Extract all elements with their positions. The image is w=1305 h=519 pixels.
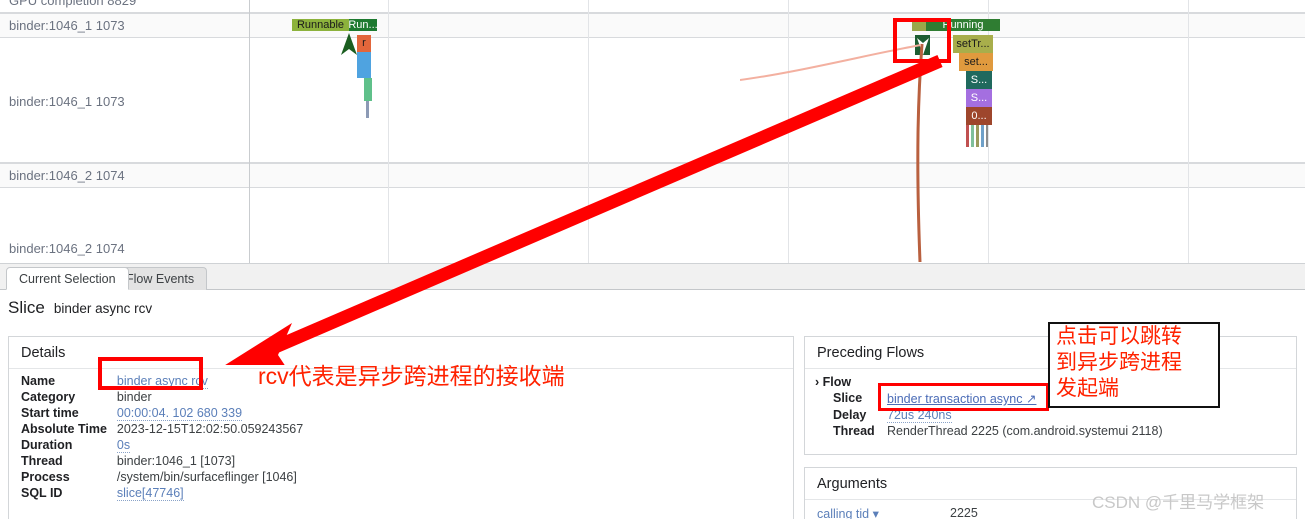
timeline-row-label: binder:1046_2 1074 — [9, 241, 125, 256]
selection-heading: Slice binder async rcv — [8, 298, 152, 318]
kv-value[interactable]: 00:00:04. 102 680 339 — [107, 405, 793, 421]
flow-arrow-in-icon — [341, 33, 357, 55]
kv-row: Start time 00:00:04. 102 680 339 — [9, 405, 793, 421]
flow-group-label: Flow — [822, 375, 852, 389]
kv-value: binder — [116, 390, 152, 404]
app-root: GPU completion 8829 binder:1046_1 1073 b… — [0, 0, 1305, 519]
annotation-callout-line-2: 到异步跨进程 — [1056, 351, 1182, 374]
kv-key: Process — [21, 470, 70, 484]
timeline-slice[interactable]: Runnable — [292, 19, 349, 31]
kv-key: Thread — [833, 424, 875, 438]
kv-row: Delay 72us 240ns — [815, 407, 1296, 423]
kv-value[interactable]: slice[47746] — [107, 485, 793, 501]
kv-value: /system/bin/surfaceflinger [1046] — [116, 470, 297, 484]
kv-value: binder:1046_1 [1073] — [116, 454, 236, 468]
kv-row: Process/system/bin/surfaceflinger [1046] — [9, 469, 793, 485]
kv-row: Duration 0s — [9, 437, 793, 453]
kv-value[interactable]: 0s — [107, 437, 793, 453]
tab-label: Flow Events — [126, 272, 195, 286]
kv-key[interactable]: calling tid ▾ — [805, 505, 940, 519]
annotation-red-arrow — [225, 55, 943, 365]
timeline-gridline — [1188, 0, 1189, 263]
kv-key: Absolute Time — [21, 422, 107, 436]
kv-key: Thread — [21, 454, 63, 468]
chevron-right-icon[interactable]: › — [815, 375, 819, 389]
selection-kind: Slice — [8, 298, 45, 317]
timeline-row-label: binder:1046_1 1073 — [9, 18, 125, 33]
timeline-row-cut[interactable]: GPU completion 8829 — [0, 0, 1305, 13]
kv-row: Thread RenderThread 2225 (com.android.sys… — [815, 423, 1296, 439]
kv-key: Delay — [833, 408, 867, 422]
kv-key: Slice — [833, 391, 863, 405]
annotation-callout-line-1: 点击可以跳转 — [1056, 325, 1182, 348]
kv-value: 2023-12-15T12:02:50.059243567 — [116, 422, 304, 436]
kv-key: Name — [21, 374, 56, 388]
timeline-row-label: binder:1046_1 1073 — [9, 94, 125, 109]
kv-row: Absolute Time 2023-12-15T12:02:50.0592435… — [9, 421, 793, 437]
tab-label: Current Selection — [19, 271, 116, 286]
timeline-row-label: binder:1046_2 1074 — [9, 168, 125, 183]
details-table: Name binder async rcv Category binder Start … — [9, 373, 793, 501]
kv-value: RenderThread 2225 (com.android.systemui … — [887, 424, 1163, 438]
kv-row: Category binder — [9, 389, 793, 405]
selection-name: binder async rcv — [53, 301, 153, 316]
kv-key: Duration — [21, 438, 73, 452]
kv-key: Category — [21, 390, 76, 404]
watermark: CSDN @千里马学框架 — [1092, 493, 1265, 512]
timeline-row-state-1073[interactable]: binder:1046_1 1073 — [0, 13, 1305, 38]
tab-current-selection[interactable]: Current Selection — [6, 267, 129, 290]
kv-row: Thread binder:1046_1 [1073] — [9, 453, 793, 469]
kv-key: SQL ID — [21, 486, 63, 500]
annotation-callout-line-3: 发起端 — [1056, 377, 1119, 400]
kv-key: Start time — [21, 406, 79, 420]
timeline-row-cut-label: GPU completion 8829 — [9, 0, 137, 8]
kv-value[interactable]: 72us 240ns — [877, 407, 1296, 423]
annotation-note-left: rcv代表是异步跨进程的接收端 — [258, 363, 565, 389]
timeline-slice[interactable]: r — [357, 35, 371, 52]
annotation-callout-box: 点击可以跳转 到异步跨进程 发起端 — [1048, 322, 1220, 408]
kv-row: SQL ID slice[47746] — [9, 485, 793, 501]
timeline-slice[interactable]: Run... — [349, 19, 377, 31]
